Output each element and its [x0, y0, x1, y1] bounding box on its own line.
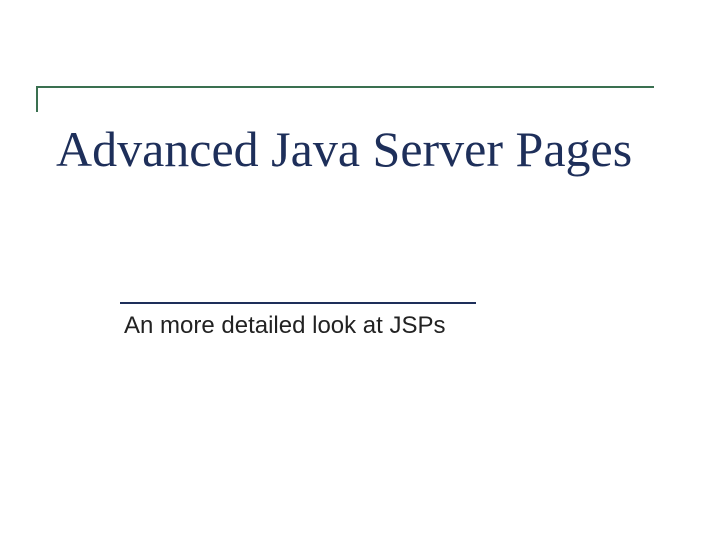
subtitle-divider: [120, 302, 476, 304]
page-title: Advanced Java Server Pages: [56, 120, 632, 178]
page-subtitle: An more detailed look at JSPs: [124, 312, 446, 340]
accent-corner-decoration: [36, 86, 654, 112]
